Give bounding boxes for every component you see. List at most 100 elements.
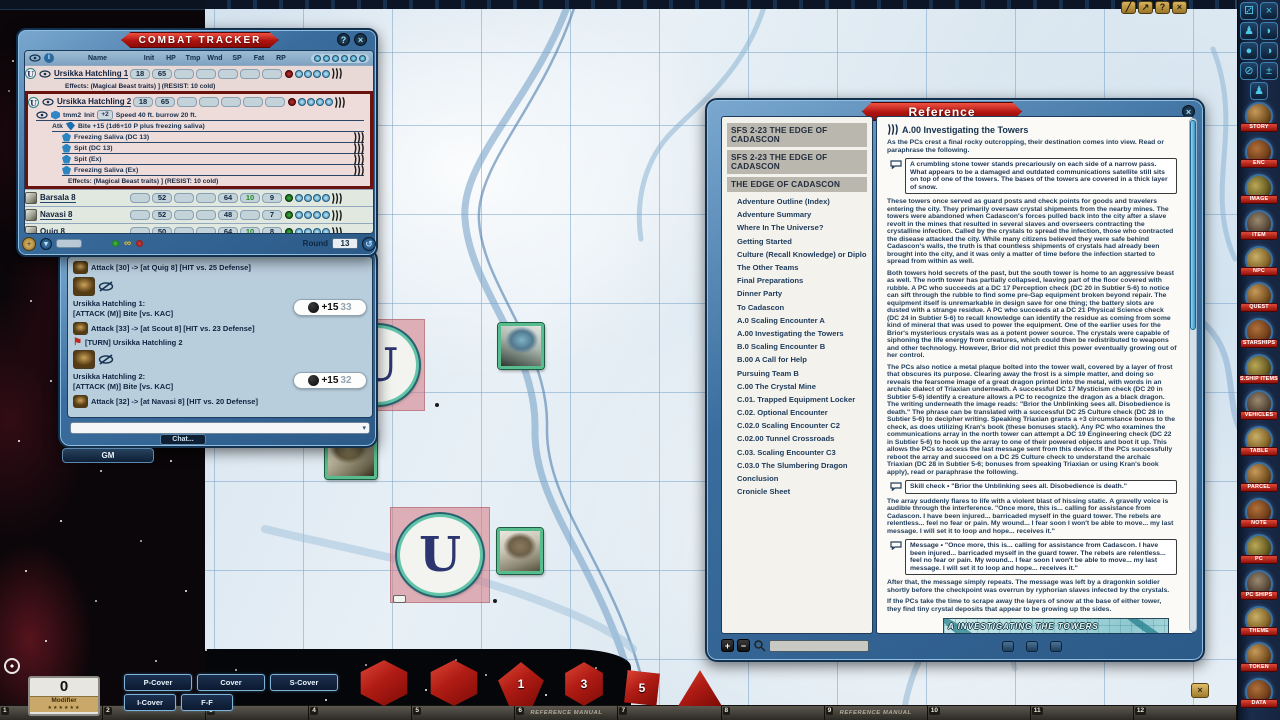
red-visibility-icon[interactable] [136, 240, 143, 247]
tracker-row-ursikka-2-active[interactable]: U Ursikka Hatchling 2 18 65 tmm2 Init [25, 91, 373, 189]
sp-cell[interactable] [221, 97, 241, 107]
map-control-icon[interactable]: ↗ [1138, 1, 1153, 14]
tracker-row-navasi[interactable]: Navasi 8 52 48 7 [25, 206, 373, 223]
sp-cell[interactable]: 64 [218, 193, 238, 203]
reference-toc[interactable]: SFS 2-23 THE EDGE OF CADASCONSFS 2-23 TH… [721, 116, 873, 634]
status-icon[interactable] [298, 98, 306, 106]
hotkey-slot[interactable]: 9 REFERENCE MANUAL [825, 706, 928, 720]
wnd-cell[interactable] [199, 97, 219, 107]
toc-header[interactable]: SFS 2-23 THE EDGE OF CADASCON [727, 150, 867, 174]
status-icon[interactable] [322, 194, 330, 202]
status-icon[interactable] [313, 194, 321, 202]
utility-icon[interactable]: ± [1260, 62, 1278, 80]
attack-text[interactable]: Spit (DC 13) [74, 145, 113, 152]
toc-item[interactable]: Adventure Summary [727, 208, 867, 221]
rp-cell[interactable]: 7 [262, 210, 282, 220]
wnd-cell[interactable] [196, 193, 216, 203]
status-icon[interactable] [325, 98, 333, 106]
reference-window[interactable]: Reference × SFS 2-23 THE EDGE OF CADASCO… [705, 98, 1205, 662]
status-icon[interactable] [295, 194, 303, 202]
toc-item[interactable]: Pursuing Team B [727, 366, 867, 379]
tmp-cell[interactable] [174, 210, 194, 220]
map-titlebar[interactable] [205, 0, 1235, 9]
attack-claw-icon[interactable] [353, 132, 364, 143]
hotkey-slot[interactable]: 6 REFERENCE MANUAL [515, 706, 618, 720]
toc-item[interactable]: B.0 Scaling Encounter B [727, 340, 867, 353]
toc-item[interactable]: C.00 The Crystal Mine [727, 380, 867, 393]
utility-icon[interactable]: ◑ [1260, 42, 1278, 60]
tracker-row-ursikka-1[interactable]: U Ursikka Hatchling 1 18 65 [25, 65, 373, 81]
attack-text[interactable]: Bite +15 (1d6+10 P plus freezing saliva) [78, 123, 205, 130]
sp-cell[interactable]: 64 [218, 227, 238, 234]
attack-text[interactable]: Spit (Ex) [74, 156, 102, 163]
status-icon[interactable] [304, 211, 312, 219]
utility-icon[interactable]: ♟ [1240, 22, 1258, 40]
rp-cell[interactable]: 9 [262, 193, 282, 203]
rp-cell[interactable] [262, 69, 282, 79]
hp-cell[interactable]: 52 [152, 210, 172, 220]
cover-button[interactable]: S-Cover [270, 674, 338, 691]
sidebar-button[interactable]: PC SHIPS [1238, 570, 1280, 606]
hotkey-slot[interactable]: 11 [1031, 706, 1134, 720]
toc-item[interactable]: Final Preparations [727, 274, 867, 287]
attack-claw-icon[interactable] [353, 165, 364, 176]
reference-content[interactable]: A.00 Investigating the Towers As the PCs… [876, 116, 1194, 634]
sidebar-button[interactable]: DATA [1238, 678, 1280, 714]
status-icon[interactable] [295, 211, 303, 219]
view-button[interactable] [1002, 641, 1014, 652]
gm-identity-tab[interactable]: GM [62, 448, 154, 463]
hotkey-slot[interactable]: 7 [618, 706, 721, 720]
mask-icon[interactable]: ∞ [124, 240, 131, 248]
die[interactable] [678, 670, 722, 706]
hotkey-slot[interactable]: 8 [722, 706, 825, 720]
rp-cell[interactable] [265, 97, 285, 107]
chat-window[interactable]: Attack [30] -> [at Quig 8] [HIT vs. 25 D… [58, 248, 378, 448]
hp-cell[interactable]: 52 [152, 193, 172, 203]
pc-token-quig[interactable] [497, 528, 543, 574]
toc-item[interactable]: Dinner Party [727, 287, 867, 300]
tmp-cell[interactable] [174, 227, 194, 234]
status-icon[interactable] [295, 70, 303, 78]
wnd-cell[interactable] [196, 69, 216, 79]
attack-claw-icon[interactable] [331, 193, 342, 204]
effects-line[interactable]: Effects: (Magical Beast traits) ] (RESIS… [25, 81, 373, 91]
status-icon[interactable] [322, 211, 330, 219]
attack-claw-icon[interactable] [331, 210, 342, 221]
status-icon[interactable] [313, 228, 321, 234]
toc-item[interactable]: C.03.0 The Slumbering Dragon [727, 459, 867, 472]
attack-text[interactable]: Freezing Saliva (DC 13) [74, 134, 149, 141]
sidebar-button[interactable]: STORY [1238, 102, 1280, 138]
menu-compass-icon[interactable]: + [22, 237, 36, 251]
modifier-box[interactable]: 0 Modifier ★★★★★★ [28, 676, 100, 716]
view-button[interactable] [1050, 641, 1062, 652]
next-turn-icon[interactable]: ↺ [362, 237, 376, 251]
hotkey-slot[interactable]: 10 [928, 706, 1031, 720]
sidebar-button[interactable]: S.SHIP ITEMS [1238, 354, 1280, 390]
utility-icon[interactable]: ● [1240, 42, 1258, 60]
status-icon[interactable] [322, 228, 330, 234]
attack-claw-icon[interactable] [331, 227, 342, 235]
chat-input-tab[interactable]: Chat... [160, 434, 206, 445]
npc-token-ursikka-2[interactable]: U [397, 514, 483, 596]
toc-header[interactable]: THE EDGE OF CADASCON [727, 177, 867, 192]
sidebar-button[interactable]: PC [1238, 534, 1280, 570]
combat-tracker-window[interactable]: COMBAT TRACKER ? × i Name Init HP Tmp Wn… [16, 28, 378, 257]
toc-item[interactable]: Culture (Recall Knowledge) or Diplomac [727, 248, 867, 261]
attack-claw-icon[interactable] [353, 154, 364, 165]
utility-icon[interactable]: ◗ [1260, 22, 1278, 40]
toc-item[interactable]: C.03. Scaling Encounter C3 [727, 446, 867, 459]
chat-mode-dropdown[interactable]: ▾ [70, 422, 370, 434]
roll-result-chip[interactable]: +15 32 [293, 372, 367, 389]
eye-icon[interactable] [42, 98, 54, 106]
content-scrollbar[interactable] [1189, 118, 1197, 632]
eye-icon[interactable] [36, 111, 48, 119]
toc-item[interactable]: Cronicle Sheet [727, 485, 867, 498]
tracker-row-barsala[interactable]: Barsala 8 52 64 10 9 [25, 189, 373, 206]
init-cell[interactable] [130, 210, 150, 220]
status-icon[interactable] [322, 70, 330, 78]
map-control-icon[interactable]: ? [1155, 1, 1170, 14]
sidebar-button[interactable]: QUEST [1238, 282, 1280, 318]
die[interactable]: 5 [624, 670, 660, 706]
fat-cell[interactable] [240, 69, 260, 79]
toc-item[interactable]: C.02.00 Tunnel Crossroads [727, 432, 867, 445]
